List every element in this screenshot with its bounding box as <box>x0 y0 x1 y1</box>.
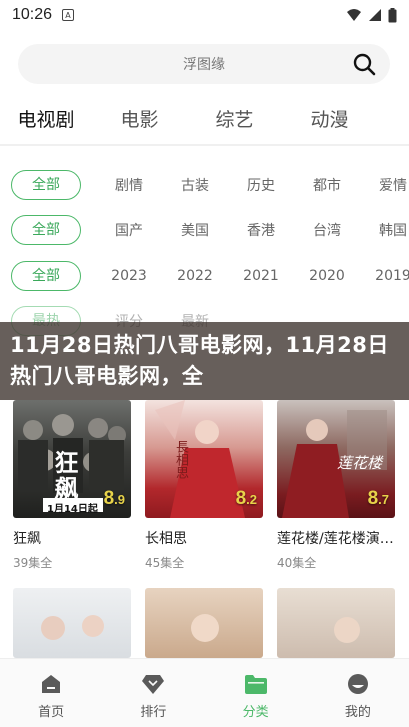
filter-chip[interactable]: 2021 <box>224 268 294 284</box>
category-tabs: 电视剧 电影 综艺 动漫 <box>0 100 409 140</box>
filter-chip[interactable]: 2020 <box>290 268 360 284</box>
search-input[interactable]: 浮图缘 <box>18 44 390 84</box>
tab-mine-label: 我的 <box>344 705 371 720</box>
card-title[interactable]: 长相思 <box>145 528 263 548</box>
battery-icon <box>388 7 397 22</box>
poster-image[interactable]: 長相思 8.2 <box>145 400 263 518</box>
video-card[interactable] <box>145 588 263 658</box>
score-badge: 8.9 <box>104 488 125 510</box>
score-badge: 8.2 <box>236 488 257 510</box>
tab-variety[interactable]: 综艺 <box>187 100 282 140</box>
tab-mine[interactable]: 我的 <box>307 659 409 727</box>
divider <box>0 144 409 146</box>
filter-chip[interactable]: 韩国 <box>356 220 409 240</box>
filter-chip[interactable]: 2019 <box>356 268 409 284</box>
video-card[interactable]: 莲花楼 8.7 莲花楼/莲花楼演… 40集全 <box>277 400 395 571</box>
diamond-icon <box>142 675 165 694</box>
wifi-icon <box>347 9 361 21</box>
search-icon[interactable] <box>352 52 376 76</box>
tab-category[interactable]: 分类 <box>205 659 307 727</box>
poster-image[interactable] <box>145 588 263 658</box>
filter-chip[interactable]: 美国 <box>158 220 228 240</box>
tab-movie[interactable]: 电影 <box>92 100 187 140</box>
profile-icon <box>347 674 368 694</box>
filter-chip[interactable]: 香港 <box>224 220 294 240</box>
score-dec: .7 <box>378 492 389 507</box>
video-card[interactable] <box>277 588 395 658</box>
card-subtitle: 39集全 <box>13 556 53 570</box>
filter-genre-all[interactable]: 全部 <box>11 170 81 200</box>
filter-chip[interactable]: 2023 <box>92 268 162 284</box>
filter-chip[interactable]: 历史 <box>224 175 294 195</box>
tab-tv[interactable]: 电视剧 <box>0 100 92 140</box>
poster-image[interactable] <box>13 588 131 658</box>
tab-category-label: 分类 <box>242 705 269 720</box>
status-bar: 10:26 A <box>0 0 409 30</box>
filter-year-all[interactable]: 全部 <box>11 261 81 291</box>
filter-chip[interactable]: 古装 <box>158 175 228 195</box>
filter-chip[interactable]: 剧情 <box>92 175 162 195</box>
filter-chip[interactable]: 爱情 <box>356 175 409 195</box>
score-int: 8 <box>103 488 115 509</box>
poster-image[interactable]: 狂飙 1月14日起 8.9 <box>13 400 131 518</box>
card-title[interactable]: 莲花楼/莲花楼演… <box>277 528 395 548</box>
video-card[interactable] <box>13 588 131 658</box>
video-card[interactable]: 長相思 8.2 长相思 45集全 <box>145 400 263 571</box>
card-title[interactable]: 狂飙 <box>13 528 131 548</box>
bottom-tab-bar: 首页 排行 分类 我的 <box>0 658 409 727</box>
poster-art <box>41 615 104 640</box>
filter-row-year: 全部 2023 2022 2021 2020 2019 <box>0 259 409 293</box>
notification-icon: A <box>62 9 75 21</box>
status-time: 10:26 <box>12 6 53 23</box>
filter-chip[interactable]: 台湾 <box>290 220 360 240</box>
score-int: 8 <box>367 488 379 509</box>
poster-title-text: 莲花楼 <box>337 454 383 472</box>
poster-title-text: 狂飙 <box>50 450 78 502</box>
filter-chip[interactable]: 都市 <box>290 175 360 195</box>
score-badge: 8.7 <box>368 488 389 510</box>
poster-title-text: 長相思 <box>173 440 188 479</box>
home-icon <box>42 675 61 693</box>
score-dec: .9 <box>114 492 125 507</box>
video-card[interactable]: 狂飙 1月14日起 8.9 狂飙 39集全 <box>13 400 131 571</box>
poster-image[interactable] <box>277 588 395 658</box>
search-placeholder: 浮图缘 <box>183 57 225 73</box>
filter-chip[interactable]: 2022 <box>158 268 228 284</box>
score-dec: .2 <box>246 492 257 507</box>
tab-home-label: 首页 <box>38 705 65 720</box>
filter-region-all[interactable]: 全部 <box>11 215 81 245</box>
tab-anime[interactable]: 动漫 <box>282 100 377 140</box>
overlay-banner[interactable]: 11月28日热门八哥电影网，11月28日热门八哥电影网，全 <box>0 322 409 400</box>
status-icons <box>346 7 397 23</box>
poster-image[interactable]: 莲花楼 8.7 <box>277 400 395 518</box>
score-int: 8 <box>235 488 247 509</box>
card-subtitle: 45集全 <box>145 556 185 570</box>
filter-row-region: 全部 国产 美国 香港 台湾 韩国 <box>0 213 409 247</box>
tab-rank[interactable]: 排行 <box>102 659 204 727</box>
poster-art <box>191 614 219 642</box>
filter-chip[interactable]: 国产 <box>92 220 162 240</box>
poster-art <box>334 617 360 643</box>
poster-date-text: 1月14日起 <box>47 504 98 515</box>
folder-icon <box>244 675 267 694</box>
card-subtitle: 40集全 <box>277 556 317 570</box>
tab-home[interactable]: 首页 <box>0 659 102 727</box>
signal-icon <box>369 9 381 21</box>
tab-rank-label: 排行 <box>140 705 167 720</box>
filter-row-genre: 全部 剧情 古装 历史 都市 爱情 <box>0 168 409 202</box>
